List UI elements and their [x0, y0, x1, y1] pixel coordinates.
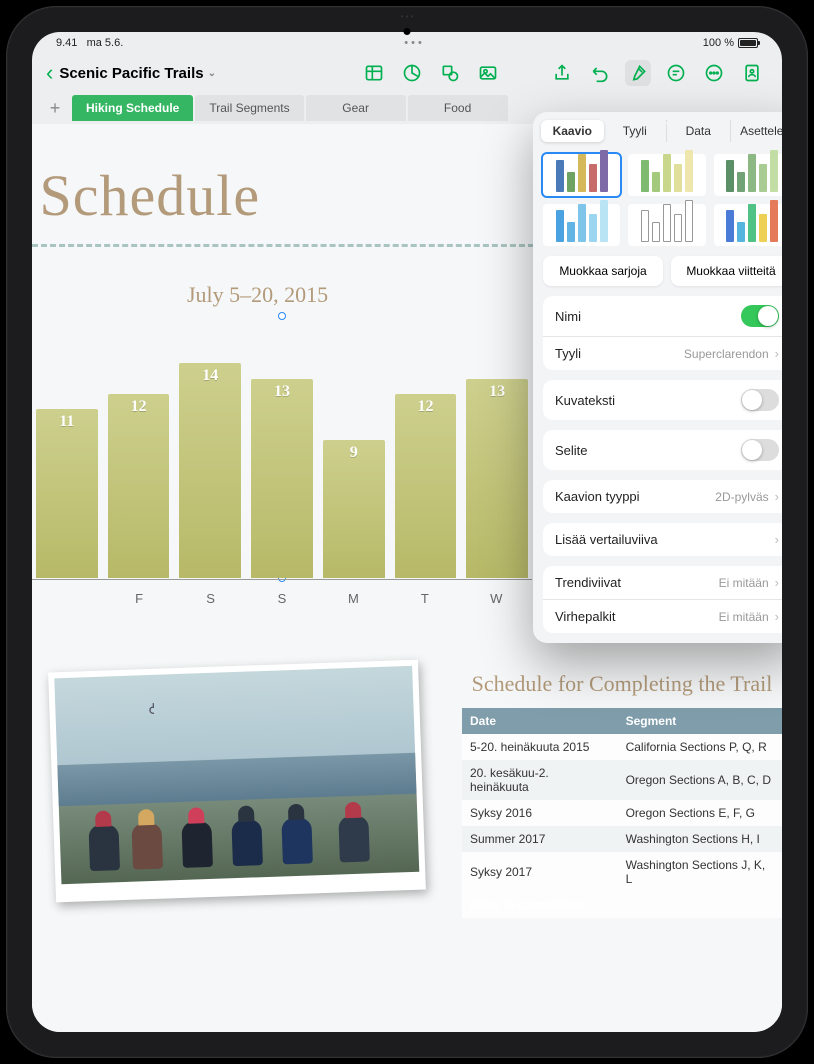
edit-references-button[interactable]: Muokkaa viitteitä: [671, 256, 782, 286]
chart-bar: 13: [466, 379, 528, 578]
table-footer: Miles to Completion: [462, 892, 782, 918]
table-title: Schedule for Completing the Trail: [462, 670, 782, 698]
edit-series-button[interactable]: Muokkaa sarjoja: [543, 256, 663, 286]
chart-bar: 11: [36, 409, 98, 578]
bar-value-label: 11: [36, 413, 98, 431]
back-button[interactable]: ‹: [46, 60, 53, 86]
bar-value-label: 13: [466, 383, 528, 401]
document-title[interactable]: Scenic Pacific Trails ⌄: [59, 65, 216, 82]
divider: [32, 244, 552, 247]
bar-value-label: 12: [108, 398, 170, 416]
row-caption[interactable]: Kuvateksti: [543, 380, 782, 420]
battery-percent: 100 %: [703, 37, 734, 49]
popover-tab-data[interactable]: Data: [667, 120, 731, 142]
insert-shape-icon[interactable]: [437, 60, 463, 86]
chart-bar: 14: [179, 363, 241, 578]
table-header: Segment: [618, 708, 782, 734]
more-icon[interactable]: [701, 60, 727, 86]
chart-style-thumbnail[interactable]: [543, 154, 620, 196]
table-header: Date: [462, 708, 618, 734]
status-date: ma 5.6.: [87, 37, 124, 49]
table-row[interactable]: 5-20. heinäkuuta 2015California Sections…: [462, 734, 782, 760]
bar-value-label: 14: [179, 367, 241, 385]
x-axis-label: [32, 591, 103, 606]
table-row[interactable]: Syksy 2016Oregon Sections E, F, G: [462, 800, 782, 826]
app-toolbar: ‹ Scenic Pacific Trails ⌄: [32, 54, 782, 92]
row-name[interactable]: Nimi: [543, 296, 782, 337]
undo-icon[interactable]: [587, 60, 613, 86]
popover-tab-style[interactable]: Tyyli: [604, 120, 668, 142]
battery-icon: [738, 38, 758, 48]
chevron-right-icon: ›: [775, 532, 779, 547]
x-axis-label: W: [461, 591, 532, 606]
comment-icon[interactable]: [663, 60, 689, 86]
chart-bar: 13: [251, 379, 313, 578]
x-axis-label: S: [175, 591, 246, 606]
row-legend[interactable]: Selite: [543, 430, 782, 470]
table-row[interactable]: 20. kesäkuu-2. heinäkuutaOregon Sections…: [462, 760, 782, 800]
sheet-tab[interactable]: Hiking Schedule: [72, 95, 193, 121]
bird-icon: 𐑒: [148, 700, 155, 719]
popover-tab-chart[interactable]: Kaavio: [541, 120, 604, 142]
toggle-switch[interactable]: [741, 305, 779, 327]
chevron-right-icon: ›: [775, 609, 779, 624]
insert-table-icon[interactable]: [361, 60, 387, 86]
chart-title: July 5–20, 2015: [187, 282, 328, 308]
photo-image[interactable]: 𐑒: [48, 660, 426, 903]
x-axis-label: F: [103, 591, 174, 606]
x-axis-label: M: [318, 591, 389, 606]
chevron-right-icon: ›: [775, 346, 779, 361]
share-icon[interactable]: [549, 60, 575, 86]
schedule-table-area: Schedule for Completing the Trail Date S…: [462, 670, 782, 918]
schedule-table[interactable]: Date Segment 5-20. heinäkuuta 2015Califo…: [462, 708, 782, 918]
table-row[interactable]: Summer 2017Washington Sections H, I: [462, 826, 782, 852]
popover-tab-arrange[interactable]: Asettele: [731, 120, 783, 142]
sheet-tab[interactable]: Trail Segments: [195, 95, 303, 121]
row-reference-line[interactable]: Lisää vertailuviiva ›: [543, 523, 782, 556]
x-axis-label: S: [246, 591, 317, 606]
collaborate-icon[interactable]: [739, 60, 765, 86]
sheet-tab[interactable]: Food: [408, 95, 508, 121]
row-errorbars[interactable]: Virhepalkit Ei mitään ›: [543, 600, 782, 633]
table-row[interactable]: Syksy 2017Washington Sections J, K, L: [462, 852, 782, 892]
chart-style-thumbnail[interactable]: [714, 204, 782, 246]
bar-value-label: 13: [251, 383, 313, 401]
chart-style-thumbnail[interactable]: [628, 204, 705, 246]
format-popover: Kaavio Tyyli Data Asettele Muokkaa sarjo…: [533, 112, 782, 643]
row-chart-type[interactable]: Kaavion tyyppi 2D-pylväs ›: [543, 480, 782, 513]
bar-chart[interactable]: 1112141391213 FSSMTW: [32, 316, 532, 606]
status-bar: 9.41 ma 5.6. • • • 100 %: [32, 32, 782, 54]
chart-bar: 12: [395, 394, 457, 578]
bar-value-label: 9: [323, 444, 385, 462]
chart-bar: 9: [323, 440, 385, 578]
toggle-switch[interactable]: [741, 389, 779, 411]
chart-style-thumbnail[interactable]: [543, 204, 620, 246]
chart-style-thumbnail[interactable]: [714, 154, 782, 196]
toggle-switch[interactable]: [741, 439, 779, 461]
chart-style-thumbnail[interactable]: [628, 154, 705, 196]
page-title: g Schedule: [32, 162, 260, 229]
status-time: 9.41: [56, 37, 77, 49]
row-style[interactable]: Tyyli Superclarendon ›: [543, 337, 782, 370]
insert-chart-icon[interactable]: [399, 60, 425, 86]
insert-media-icon[interactable]: [475, 60, 501, 86]
chevron-down-icon: ⌄: [208, 68, 216, 79]
chart-style-thumbnails: [533, 150, 782, 256]
sheet-tab[interactable]: Gear: [306, 95, 406, 121]
row-trendlines[interactable]: Trendiviivat Ei mitään ›: [543, 566, 782, 600]
popover-tabs: Kaavio Tyyli Data Asettele: [533, 112, 782, 150]
chevron-right-icon: ›: [775, 489, 779, 504]
chevron-right-icon: ›: [775, 575, 779, 590]
bar-value-label: 12: [395, 398, 457, 416]
add-sheet-button[interactable]: +: [40, 98, 70, 119]
format-brush-icon[interactable]: [625, 60, 651, 86]
x-axis-label: T: [389, 591, 460, 606]
chart-bar: 12: [108, 394, 170, 578]
